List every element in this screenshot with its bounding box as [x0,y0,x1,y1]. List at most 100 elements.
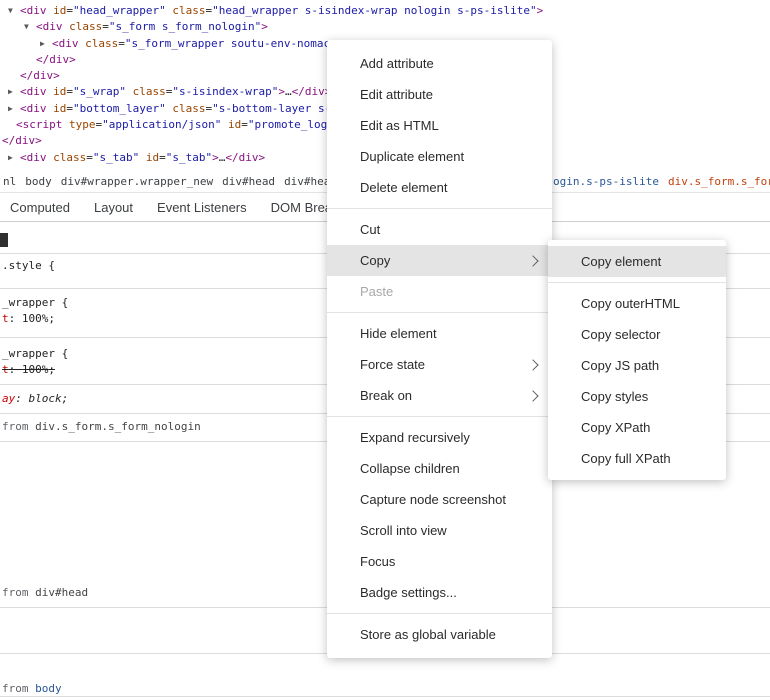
menu-item-label: Copy selector [581,327,714,342]
code-token: = [118,37,125,50]
menu-item-delete-element[interactable]: Delete element [327,172,552,203]
node-link[interactable]: body [35,682,62,695]
css-rule-selector: _wrapper { [2,296,68,309]
inherited-from-label[interactable]: from div#head [2,586,88,599]
breadcrumb-right: ogin.s-ps-islite div.s_form.s_form_nolog [553,170,770,192]
breadcrumb-item[interactable]: ogin.s-ps-islite [553,175,659,188]
breadcrumb-item[interactable]: div#head [222,175,275,188]
code-token: 100% [22,363,49,376]
tab-computed[interactable]: Computed [10,200,70,215]
menu-item-label: Copy [360,253,529,268]
code-token: = [102,20,109,33]
tab-layout[interactable]: Layout [94,200,133,215]
menu-item-force-state[interactable]: Force state [327,349,552,380]
menu-item-edit-attribute[interactable]: Edit attribute [327,79,552,110]
styles-pane-corner-marker [0,233,8,247]
expand-arrow-icon[interactable]: ▶ [40,36,52,52]
code-token: </div> [2,134,42,147]
collapse-arrow-icon[interactable]: ▼ [24,19,36,35]
code-token: <script [16,118,62,131]
menu-item-collapse-children[interactable]: Collapse children [327,453,552,484]
code-token: "head_wrapper s-isindex-wrap nologin s-p… [212,4,537,17]
menu-item-store-as-global-variable[interactable]: Store as global variable [327,619,552,650]
menu-item-duplicate-element[interactable]: Duplicate element [327,141,552,172]
code-token: class [47,151,87,164]
code-token: type [62,118,95,131]
menu-item-scroll-into-view[interactable]: Scroll into view [327,515,552,546]
css-property: t: 100%; [2,363,55,376]
menu-item-expand-recursively[interactable]: Expand recursively [327,422,552,453]
dom-tree-node[interactable]: ▼<div class="s_form s_form_nologin"> [0,19,770,35]
node-link[interactable]: div#head [35,586,88,599]
collapse-arrow-icon[interactable]: ▼ [8,3,20,19]
code-token: "s-isindex-wrap" [172,85,278,98]
breadcrumb-item[interactable]: nl [3,175,16,188]
copy-submenu: Copy element Copy outerHTML Copy selector C… [548,240,726,480]
menu-item-copy-xpath[interactable]: Copy XPath [548,412,726,443]
code-token: = [66,4,73,17]
chevron-right-icon [527,390,538,401]
expand-arrow-icon[interactable]: ▶ [8,150,20,166]
breadcrumb-item[interactable]: div.s_form.s_form_nolog [668,175,770,188]
menu-item-label: Force state [360,357,529,372]
code-token: "s_tab" [93,151,139,164]
code-token: from [2,682,35,695]
menu-item-copy-outerhtml[interactable]: Copy outerHTML [548,288,726,319]
code-token: ; [48,312,55,325]
code-token: … [285,85,292,98]
menu-item-label: Duplicate element [360,149,540,164]
menu-item-add-attribute[interactable]: Add attribute [327,48,552,79]
menu-item-capture-node-screenshot[interactable]: Capture node screenshot [327,484,552,515]
menu-item-break-on[interactable]: Break on [327,380,552,411]
code-token: from [2,420,35,433]
code-token: : [15,392,28,405]
menu-item-copy-selector[interactable]: Copy selector [548,319,726,350]
code-token: > [278,85,285,98]
code-token: <div [36,20,63,33]
code-token: > [537,4,544,17]
menu-item-copy-styles[interactable]: Copy styles [548,381,726,412]
menu-item-copy-js-path[interactable]: Copy JS path [548,350,726,381]
expand-arrow-icon[interactable]: ▶ [8,84,20,100]
menu-item-copy-element[interactable]: Copy element [548,246,726,277]
code-token: id [47,4,67,17]
menu-item-edit-as-html[interactable]: Edit as HTML [327,110,552,141]
code-token: class [126,85,166,98]
inherited-from-label[interactable]: from body [2,682,62,695]
menu-item-copy[interactable]: Copy [327,245,552,276]
code-token: ; [62,392,69,405]
code-token: "s_tab" [166,151,212,164]
css-property: t: 100%; [2,312,55,325]
code-token: "s_wrap" [73,85,126,98]
menu-item-hide-element[interactable]: Hide element [327,318,552,349]
menu-item-paste[interactable]: Paste [327,276,552,307]
code-token: <div [20,151,47,164]
chevron-right-icon [527,359,538,370]
code-token: "bottom_layer" [73,102,166,115]
inherited-from-label[interactable]: from div.s_form.s_form_nologin [2,420,201,433]
code-token: </div> [36,53,76,66]
menu-item-copy-full-xpath[interactable]: Copy full XPath [548,443,726,474]
tab-event-listeners[interactable]: Event Listeners [157,200,247,215]
code-token: id [221,118,241,131]
code-token: <div [52,37,79,50]
menu-item-label: Copy outerHTML [581,296,714,311]
code-token: class [63,20,103,33]
menu-item-label: Break on [360,388,529,403]
breadcrumb-left: nlbodydiv#wrapper.wrapper_newdiv#headdiv… [3,170,337,192]
node-link[interactable]: div.s_form.s_form_nologin [35,420,201,433]
code-token: <div [20,85,47,98]
expand-arrow-icon[interactable]: ▶ [8,101,20,117]
menu-item-focus[interactable]: Focus [327,546,552,577]
menu-item-cut[interactable]: Cut [327,214,552,245]
code-token: </div> [225,151,265,164]
menu-item-badge-settings[interactable]: Badge settings... [327,577,552,608]
breadcrumb-item[interactable]: div#wrapper.wrapper_new [61,175,213,188]
dom-tree-node[interactable]: ▼<div id="head_wrapper" class="head_wrap… [0,3,770,19]
menu-item-label: Hide element [360,326,540,341]
code-token: t [2,312,9,325]
breadcrumb-item[interactable]: body [25,175,52,188]
code-token: block [29,392,62,405]
code-token: </div> [292,85,332,98]
menu-item-label: Edit as HTML [360,118,540,133]
